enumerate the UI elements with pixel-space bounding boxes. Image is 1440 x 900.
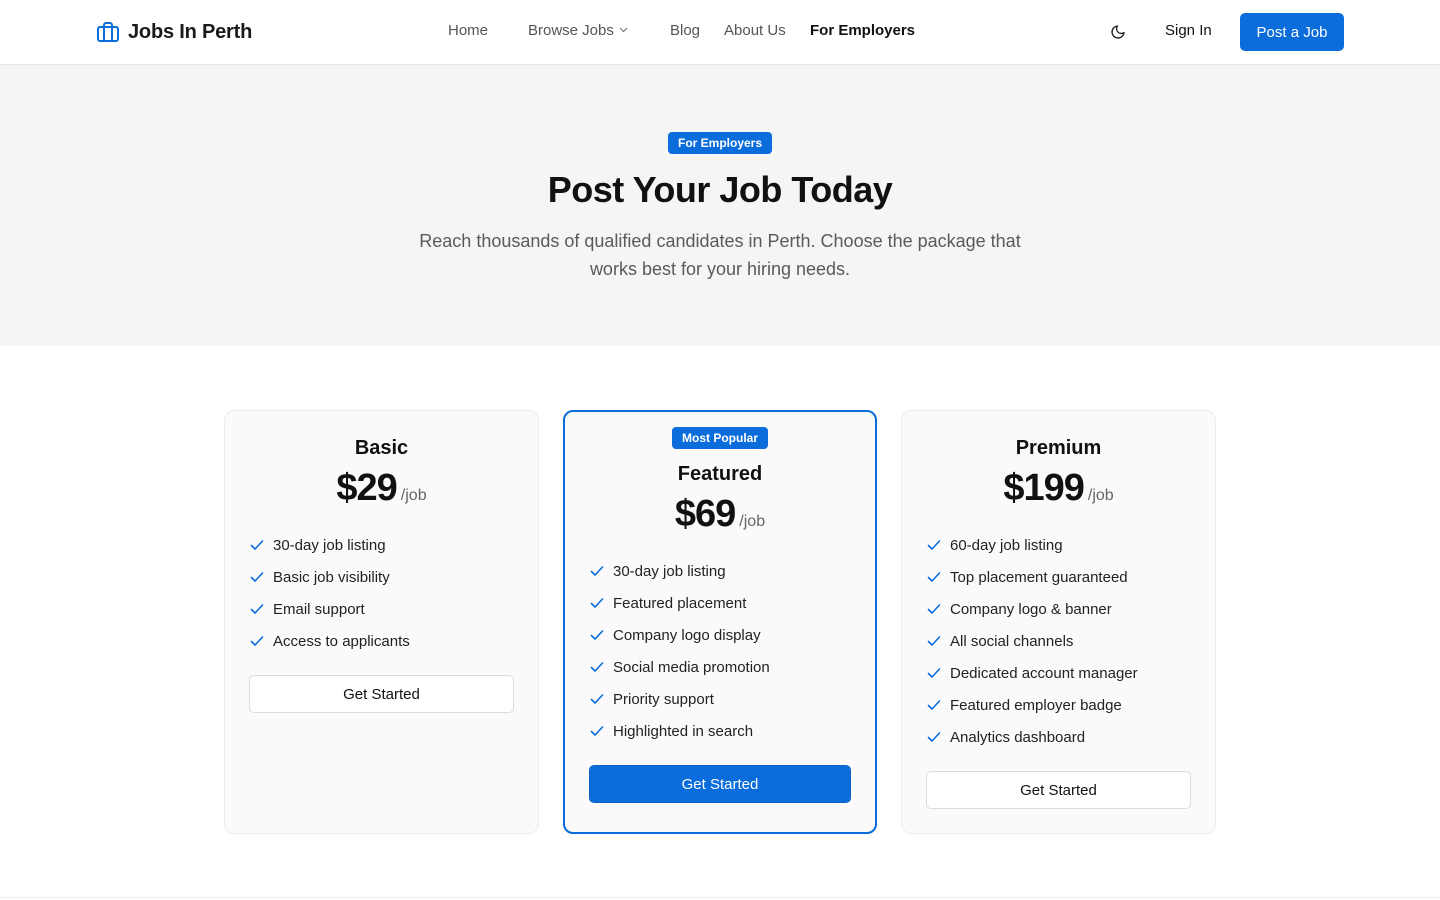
list-item: 30-day job listing bbox=[249, 529, 410, 561]
check-icon bbox=[927, 540, 941, 550]
list-item: Email support bbox=[249, 593, 410, 625]
feature-text: Analytics dashboard bbox=[950, 728, 1086, 746]
list-item: Featured placement bbox=[589, 587, 770, 619]
list-item: Priority support bbox=[589, 683, 770, 715]
get-started-button-featured[interactable]: Get Started bbox=[589, 765, 851, 803]
nav-browse-jobs[interactable]: Browse Jobs bbox=[528, 22, 628, 39]
chevron-down-icon bbox=[619, 27, 628, 33]
hero-badge: For Employers bbox=[668, 132, 772, 154]
feature-text: Company logo display bbox=[613, 626, 761, 644]
check-icon bbox=[590, 662, 604, 672]
feature-text: Featured employer badge bbox=[950, 696, 1122, 714]
hero-section: For Employers Post Your Job Today Reach … bbox=[0, 65, 1440, 346]
feature-text: Priority support bbox=[613, 690, 714, 708]
feature-text: Featured placement bbox=[613, 594, 747, 612]
feature-text: Company logo & banner bbox=[950, 600, 1112, 618]
nav-about-us[interactable]: About Us bbox=[724, 22, 786, 39]
check-icon bbox=[590, 598, 604, 608]
check-icon bbox=[927, 572, 941, 582]
price-period: /job bbox=[739, 513, 766, 530]
check-icon bbox=[927, 700, 941, 710]
list-item: Company logo & banner bbox=[926, 593, 1138, 625]
feature-text: Top placement guaranteed bbox=[950, 568, 1128, 586]
check-icon bbox=[250, 604, 264, 614]
plan-name: Basic bbox=[354, 437, 409, 459]
check-icon bbox=[250, 540, 264, 550]
price-period: /job bbox=[400, 487, 427, 504]
pricing-card-basic: Basic $29/job 30-day job listing Basic j… bbox=[224, 410, 539, 834]
page-title: Post Your Job Today bbox=[547, 169, 893, 210]
plan-price: $199/job bbox=[902, 467, 1215, 510]
list-item: Highlighted in search bbox=[589, 715, 770, 747]
nav-blog[interactable]: Blog bbox=[670, 22, 700, 39]
feature-list: 60-day job listing Top placement guarant… bbox=[926, 529, 1138, 753]
feature-text: 30-day job listing bbox=[613, 562, 726, 580]
feature-text: Email support bbox=[273, 600, 365, 618]
hero-subtitle: Reach thousands of qualified candidates … bbox=[419, 231, 1021, 279]
check-icon bbox=[927, 668, 941, 678]
check-icon bbox=[590, 566, 604, 576]
sign-in-link[interactable]: Sign In bbox=[1165, 22, 1212, 39]
get-started-button-premium[interactable]: Get Started bbox=[926, 771, 1191, 809]
check-icon bbox=[590, 694, 604, 704]
main-nav: Home Browse Jobs Blog About Us For Emplo… bbox=[0, 22, 1440, 42]
plan-price: $69/job bbox=[565, 493, 875, 536]
list-item: Social media promotion bbox=[589, 651, 770, 683]
feature-text: Basic job visibility bbox=[273, 568, 390, 586]
nav-browse-jobs-label: Browse Jobs bbox=[528, 22, 614, 39]
price-period: /job bbox=[1087, 487, 1114, 504]
plan-price: $29/job bbox=[225, 467, 538, 510]
list-item: 30-day job listing bbox=[589, 555, 770, 587]
pricing-card-featured: Most Popular Featured $69/job 30-day job… bbox=[563, 410, 877, 834]
feature-text: 30-day job listing bbox=[273, 536, 386, 554]
list-item: 60-day job listing bbox=[926, 529, 1138, 561]
nav-for-employers[interactable]: For Employers bbox=[810, 22, 915, 39]
list-item: Dedicated account manager bbox=[926, 657, 1138, 689]
list-item: Featured employer badge bbox=[926, 689, 1138, 721]
check-icon bbox=[590, 630, 604, 640]
list-item: Company logo display bbox=[589, 619, 770, 651]
feature-list: 30-day job listing Featured placement Co… bbox=[589, 555, 770, 747]
price-amount: $199 bbox=[1003, 467, 1085, 509]
feature-list: 30-day job listing Basic job visibility … bbox=[249, 529, 410, 657]
most-popular-badge: Most Popular bbox=[671, 427, 769, 449]
feature-text: Access to applicants bbox=[273, 632, 410, 650]
feature-text: All social channels bbox=[950, 632, 1074, 650]
list-item: Top placement guaranteed bbox=[926, 561, 1138, 593]
theme-toggle-button[interactable] bbox=[1106, 20, 1130, 44]
check-icon bbox=[250, 636, 264, 646]
plan-name: Featured bbox=[677, 463, 763, 485]
feature-text: 60-day job listing bbox=[950, 536, 1063, 554]
feature-text: Social media promotion bbox=[613, 658, 770, 676]
check-icon bbox=[250, 572, 264, 582]
price-amount: $69 bbox=[674, 493, 736, 535]
check-icon bbox=[927, 604, 941, 614]
post-job-button[interactable]: Post a Job bbox=[1240, 13, 1344, 51]
feature-text: Highlighted in search bbox=[613, 722, 754, 740]
pricing-card-premium: Premium $199/job 60-day job listing Top … bbox=[901, 410, 1216, 834]
price-amount: $29 bbox=[336, 467, 397, 509]
list-item: All social channels bbox=[926, 625, 1138, 657]
check-icon bbox=[927, 732, 941, 742]
nav-home[interactable]: Home bbox=[448, 22, 488, 39]
check-icon bbox=[927, 636, 941, 646]
section-divider bbox=[0, 897, 1440, 898]
list-item: Analytics dashboard bbox=[926, 721, 1138, 753]
check-icon bbox=[590, 726, 604, 736]
moon-icon bbox=[1111, 25, 1125, 39]
site-header: Jobs In Perth Home Browse Jobs Blog Abou… bbox=[0, 0, 1440, 65]
get-started-button-basic[interactable]: Get Started bbox=[249, 675, 514, 713]
list-item: Access to applicants bbox=[249, 625, 410, 657]
feature-text: Dedicated account manager bbox=[950, 664, 1138, 682]
plan-name: Premium bbox=[1015, 437, 1102, 459]
list-item: Basic job visibility bbox=[249, 561, 410, 593]
